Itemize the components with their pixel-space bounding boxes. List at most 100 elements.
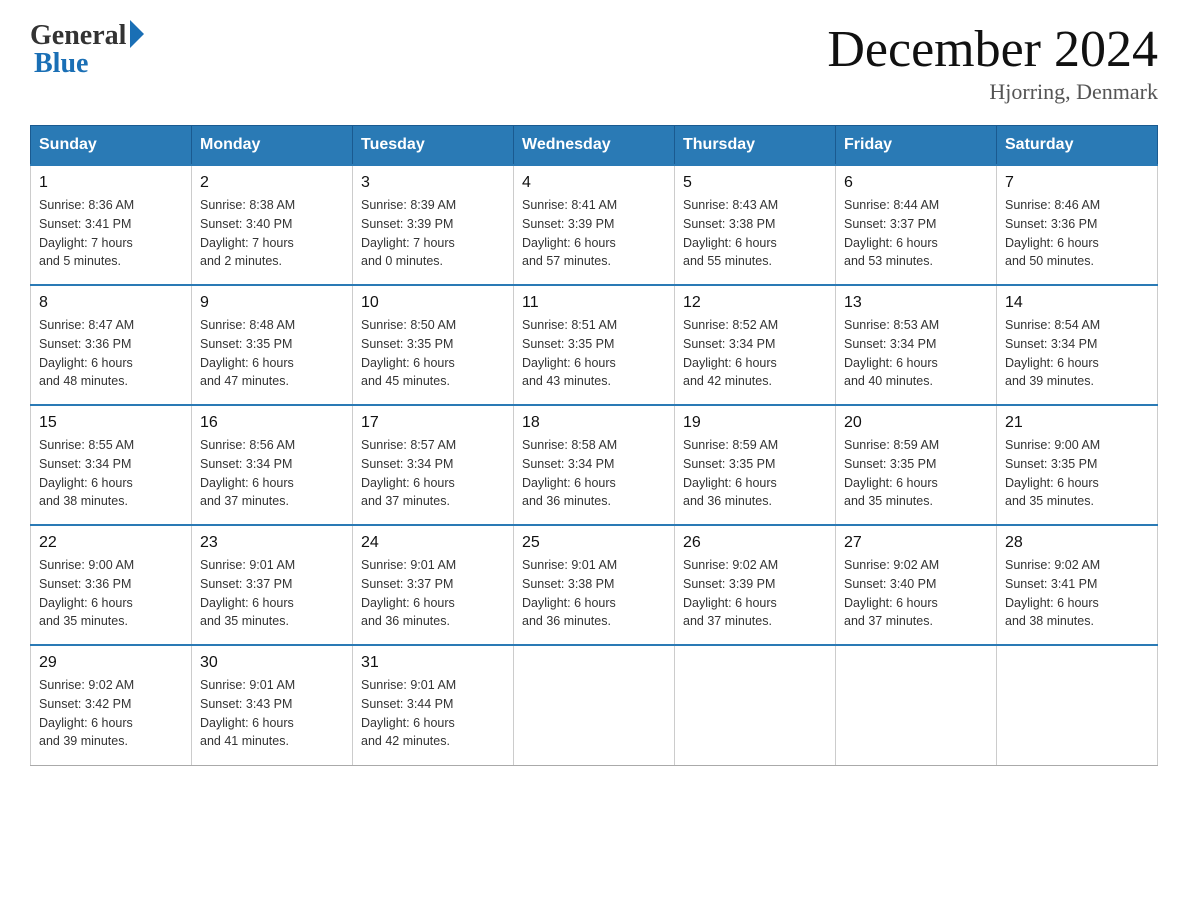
day-info: Sunrise: 8:53 AMSunset: 3:34 PMDaylight:… xyxy=(844,318,939,388)
calendar-cell: 22 Sunrise: 9:00 AMSunset: 3:36 PMDaylig… xyxy=(31,525,192,645)
calendar-title: December 2024 xyxy=(827,20,1158,79)
day-number: 8 xyxy=(39,294,183,312)
header-day-wednesday: Wednesday xyxy=(514,126,675,166)
day-info: Sunrise: 8:36 AMSunset: 3:41 PMDaylight:… xyxy=(39,198,134,268)
day-info: Sunrise: 8:55 AMSunset: 3:34 PMDaylight:… xyxy=(39,438,134,508)
calendar-cell: 13 Sunrise: 8:53 AMSunset: 3:34 PMDaylig… xyxy=(836,285,997,405)
calendar-cell: 8 Sunrise: 8:47 AMSunset: 3:36 PMDayligh… xyxy=(31,285,192,405)
day-number: 9 xyxy=(200,294,344,312)
day-info: Sunrise: 9:01 AMSunset: 3:44 PMDaylight:… xyxy=(361,678,456,748)
day-info: Sunrise: 8:59 AMSunset: 3:35 PMDaylight:… xyxy=(683,438,778,508)
day-info: Sunrise: 8:41 AMSunset: 3:39 PMDaylight:… xyxy=(522,198,617,268)
day-number: 14 xyxy=(1005,294,1149,312)
day-info: Sunrise: 8:57 AMSunset: 3:34 PMDaylight:… xyxy=(361,438,456,508)
day-number: 24 xyxy=(361,534,505,552)
day-number: 26 xyxy=(683,534,827,552)
day-number: 1 xyxy=(39,174,183,192)
calendar-cell: 28 Sunrise: 9:02 AMSunset: 3:41 PMDaylig… xyxy=(997,525,1158,645)
day-info: Sunrise: 9:02 AMSunset: 3:39 PMDaylight:… xyxy=(683,558,778,628)
day-number: 20 xyxy=(844,414,988,432)
calendar-cell: 4 Sunrise: 8:41 AMSunset: 3:39 PMDayligh… xyxy=(514,165,675,285)
calendar-cell: 16 Sunrise: 8:56 AMSunset: 3:34 PMDaylig… xyxy=(192,405,353,525)
day-number: 10 xyxy=(361,294,505,312)
day-info: Sunrise: 8:48 AMSunset: 3:35 PMDaylight:… xyxy=(200,318,295,388)
calendar-cell: 1 Sunrise: 8:36 AMSunset: 3:41 PMDayligh… xyxy=(31,165,192,285)
header-day-saturday: Saturday xyxy=(997,126,1158,166)
calendar-cell: 26 Sunrise: 9:02 AMSunset: 3:39 PMDaylig… xyxy=(675,525,836,645)
calendar-body: 1 Sunrise: 8:36 AMSunset: 3:41 PMDayligh… xyxy=(31,165,1158,765)
day-info: Sunrise: 9:01 AMSunset: 3:38 PMDaylight:… xyxy=(522,558,617,628)
page-header: General Blue December 2024 Hjorring, Den… xyxy=(30,20,1158,105)
calendar-cell xyxy=(514,645,675,765)
calendar-cell: 17 Sunrise: 8:57 AMSunset: 3:34 PMDaylig… xyxy=(353,405,514,525)
calendar-cell: 27 Sunrise: 9:02 AMSunset: 3:40 PMDaylig… xyxy=(836,525,997,645)
calendar-cell: 12 Sunrise: 8:52 AMSunset: 3:34 PMDaylig… xyxy=(675,285,836,405)
logo-arrow-icon xyxy=(130,20,144,48)
calendar-cell: 10 Sunrise: 8:50 AMSunset: 3:35 PMDaylig… xyxy=(353,285,514,405)
day-number: 4 xyxy=(522,174,666,192)
calendar-cell: 23 Sunrise: 9:01 AMSunset: 3:37 PMDaylig… xyxy=(192,525,353,645)
calendar-cell: 9 Sunrise: 8:48 AMSunset: 3:35 PMDayligh… xyxy=(192,285,353,405)
day-number: 13 xyxy=(844,294,988,312)
calendar-cell xyxy=(675,645,836,765)
day-info: Sunrise: 8:44 AMSunset: 3:37 PMDaylight:… xyxy=(844,198,939,268)
day-info: Sunrise: 8:51 AMSunset: 3:35 PMDaylight:… xyxy=(522,318,617,388)
day-number: 28 xyxy=(1005,534,1149,552)
calendar-cell: 5 Sunrise: 8:43 AMSunset: 3:38 PMDayligh… xyxy=(675,165,836,285)
day-number: 16 xyxy=(200,414,344,432)
day-number: 17 xyxy=(361,414,505,432)
day-info: Sunrise: 8:59 AMSunset: 3:35 PMDaylight:… xyxy=(844,438,939,508)
day-info: Sunrise: 9:00 AMSunset: 3:36 PMDaylight:… xyxy=(39,558,134,628)
day-number: 5 xyxy=(683,174,827,192)
day-info: Sunrise: 8:50 AMSunset: 3:35 PMDaylight:… xyxy=(361,318,456,388)
calendar-cell: 14 Sunrise: 8:54 AMSunset: 3:34 PMDaylig… xyxy=(997,285,1158,405)
day-number: 22 xyxy=(39,534,183,552)
day-info: Sunrise: 9:00 AMSunset: 3:35 PMDaylight:… xyxy=(1005,438,1100,508)
header-day-sunday: Sunday xyxy=(31,126,192,166)
day-info: Sunrise: 9:02 AMSunset: 3:41 PMDaylight:… xyxy=(1005,558,1100,628)
day-number: 11 xyxy=(522,294,666,312)
title-block: December 2024 Hjorring, Denmark xyxy=(827,20,1158,105)
day-info: Sunrise: 9:01 AMSunset: 3:43 PMDaylight:… xyxy=(200,678,295,748)
day-info: Sunrise: 8:39 AMSunset: 3:39 PMDaylight:… xyxy=(361,198,456,268)
calendar-subtitle: Hjorring, Denmark xyxy=(827,79,1158,105)
day-info: Sunrise: 9:02 AMSunset: 3:40 PMDaylight:… xyxy=(844,558,939,628)
day-info: Sunrise: 9:01 AMSunset: 3:37 PMDaylight:… xyxy=(361,558,456,628)
header-day-friday: Friday xyxy=(836,126,997,166)
calendar-cell: 30 Sunrise: 9:01 AMSunset: 3:43 PMDaylig… xyxy=(192,645,353,765)
day-number: 27 xyxy=(844,534,988,552)
calendar-cell: 21 Sunrise: 9:00 AMSunset: 3:35 PMDaylig… xyxy=(997,405,1158,525)
day-number: 21 xyxy=(1005,414,1149,432)
day-info: Sunrise: 8:46 AMSunset: 3:36 PMDaylight:… xyxy=(1005,198,1100,268)
day-number: 6 xyxy=(844,174,988,192)
calendar-cell: 11 Sunrise: 8:51 AMSunset: 3:35 PMDaylig… xyxy=(514,285,675,405)
day-info: Sunrise: 9:02 AMSunset: 3:42 PMDaylight:… xyxy=(39,678,134,748)
day-info: Sunrise: 8:56 AMSunset: 3:34 PMDaylight:… xyxy=(200,438,295,508)
day-number: 25 xyxy=(522,534,666,552)
day-info: Sunrise: 8:43 AMSunset: 3:38 PMDaylight:… xyxy=(683,198,778,268)
day-number: 3 xyxy=(361,174,505,192)
calendar-header: SundayMondayTuesdayWednesdayThursdayFrid… xyxy=(31,126,1158,166)
day-number: 31 xyxy=(361,654,505,672)
day-info: Sunrise: 8:58 AMSunset: 3:34 PMDaylight:… xyxy=(522,438,617,508)
calendar-cell: 29 Sunrise: 9:02 AMSunset: 3:42 PMDaylig… xyxy=(31,645,192,765)
day-number: 12 xyxy=(683,294,827,312)
day-number: 29 xyxy=(39,654,183,672)
header-day-thursday: Thursday xyxy=(675,126,836,166)
header-row: SundayMondayTuesdayWednesdayThursdayFrid… xyxy=(31,126,1158,166)
calendar-cell: 15 Sunrise: 8:55 AMSunset: 3:34 PMDaylig… xyxy=(31,405,192,525)
calendar-cell: 25 Sunrise: 9:01 AMSunset: 3:38 PMDaylig… xyxy=(514,525,675,645)
day-number: 7 xyxy=(1005,174,1149,192)
calendar-table: SundayMondayTuesdayWednesdayThursdayFrid… xyxy=(30,125,1158,766)
calendar-week-3: 15 Sunrise: 8:55 AMSunset: 3:34 PMDaylig… xyxy=(31,405,1158,525)
calendar-cell: 20 Sunrise: 8:59 AMSunset: 3:35 PMDaylig… xyxy=(836,405,997,525)
day-info: Sunrise: 8:38 AMSunset: 3:40 PMDaylight:… xyxy=(200,198,295,268)
day-info: Sunrise: 8:52 AMSunset: 3:34 PMDaylight:… xyxy=(683,318,778,388)
day-number: 23 xyxy=(200,534,344,552)
calendar-week-2: 8 Sunrise: 8:47 AMSunset: 3:36 PMDayligh… xyxy=(31,285,1158,405)
calendar-week-4: 22 Sunrise: 9:00 AMSunset: 3:36 PMDaylig… xyxy=(31,525,1158,645)
day-number: 15 xyxy=(39,414,183,432)
day-number: 30 xyxy=(200,654,344,672)
day-number: 18 xyxy=(522,414,666,432)
calendar-cell: 6 Sunrise: 8:44 AMSunset: 3:37 PMDayligh… xyxy=(836,165,997,285)
